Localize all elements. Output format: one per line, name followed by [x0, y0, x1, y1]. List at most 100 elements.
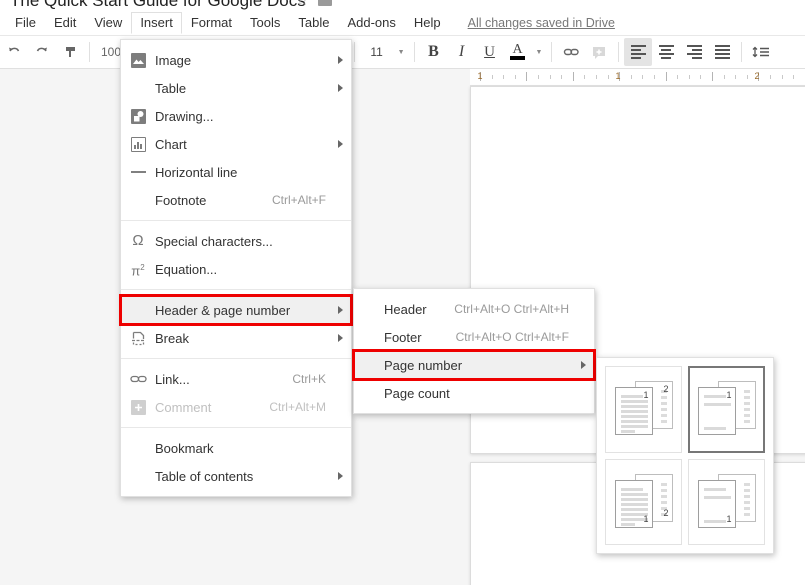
- sheet-text-line: [704, 395, 726, 398]
- ruler-number: 1: [615, 71, 620, 81]
- menu-help[interactable]: Help: [405, 12, 450, 34]
- paint-format-icon[interactable]: [56, 38, 84, 66]
- line-spacing-icon[interactable]: [747, 38, 775, 66]
- sheet-text-dot: [661, 402, 667, 405]
- menu-item-equation[interactable]: π2Equation...: [121, 255, 351, 283]
- add-comment-icon: [585, 38, 613, 66]
- menu-add-ons[interactable]: Add-ons: [338, 12, 404, 34]
- menu-item-header-page-number[interactable]: Header & page number: [121, 296, 351, 324]
- menu-item-link[interactable]: Link...Ctrl+K: [121, 365, 351, 393]
- ruler-tick: [561, 75, 562, 79]
- menu-item-label: Footer: [354, 330, 442, 345]
- save-status-label[interactable]: All changes saved in Drive: [468, 16, 615, 30]
- back-sheet-page-number: 2: [663, 385, 668, 394]
- align-left-icon[interactable]: [624, 38, 652, 66]
- break-icon: [121, 331, 155, 346]
- ruler-number: 2: [754, 71, 759, 81]
- ruler-tick: [724, 75, 725, 79]
- undo-icon[interactable]: [0, 38, 28, 66]
- submenu-arrow-icon: [338, 472, 343, 480]
- chart-icon: [121, 137, 155, 152]
- star-outline-icon[interactable]: ☆: [296, 0, 309, 9]
- menu-item-shortcut: Ctrl+Alt+M: [269, 400, 326, 414]
- ruler-number: 1: [477, 71, 482, 81]
- menu-separator: [121, 358, 351, 359]
- link-icon[interactable]: [557, 38, 585, 66]
- front-sheet-page-number: 1: [643, 515, 648, 524]
- menu-separator: [121, 220, 351, 221]
- page-thumbnail-graphic: 21: [615, 381, 673, 437]
- font-size-chevron-down-icon[interactable]: ▼: [394, 49, 409, 56]
- ruler-tick: [573, 72, 574, 81]
- menu-insert[interactable]: Insert: [131, 12, 182, 34]
- sheet-text-line: [621, 493, 648, 496]
- front-sheet: 1: [698, 387, 736, 435]
- menu-item-break[interactable]: Break: [121, 324, 351, 352]
- menu-item-label: Image: [155, 53, 326, 68]
- menu-file[interactable]: File: [6, 12, 45, 34]
- menu-item-label: Table of contents: [155, 469, 326, 484]
- menu-item-bookmark[interactable]: Bookmark: [121, 434, 351, 462]
- menu-item-label: Bookmark: [155, 441, 326, 456]
- page-number-option-top-right-skip-first-page[interactable]: 1: [688, 366, 765, 453]
- text-color-button[interactable]: A: [504, 38, 532, 66]
- page-number-option-bottom-right-all-pages[interactable]: 21: [605, 459, 682, 546]
- menu-item-page-number[interactable]: Page number: [354, 351, 594, 379]
- menu-item-image[interactable]: Image: [121, 46, 351, 74]
- toolbar-divider: [741, 42, 742, 62]
- align-justify-icon[interactable]: [708, 38, 736, 66]
- menu-edit[interactable]: Edit: [45, 12, 85, 34]
- toolbar-divider: [618, 42, 619, 62]
- menu-item-table-of-contents[interactable]: Table of contents: [121, 462, 351, 490]
- menu-item-shortcut: Ctrl+K: [292, 372, 326, 386]
- menu-item-special-characters[interactable]: ΩSpecial characters...: [121, 227, 351, 255]
- horizontal-ruler[interactable]: 1 1 2: [470, 69, 805, 86]
- menu-item-drawing[interactable]: Drawing...: [121, 102, 351, 130]
- menu-item-footnote[interactable]: FootnoteCtrl+Alt+F: [121, 186, 351, 214]
- sheet-text-line: [621, 400, 648, 403]
- sheet-text-line: [704, 427, 726, 430]
- sheet-text-line: [621, 498, 648, 501]
- menu-view[interactable]: View: [85, 12, 131, 34]
- sheet-text-dot: [744, 495, 750, 498]
- document-title[interactable]: The Quick Start Guide for Google Docs: [10, 0, 306, 10]
- ruler-tick: [747, 75, 748, 79]
- ruler-tick: [677, 75, 678, 79]
- menu-table[interactable]: Table: [289, 12, 338, 34]
- redo-icon[interactable]: [28, 38, 56, 66]
- menu-format[interactable]: Format: [182, 12, 241, 34]
- italic-button[interactable]: I: [448, 38, 476, 66]
- ruler-tick: [666, 72, 667, 81]
- ruler-tick: [770, 75, 771, 79]
- ruler-tick: [550, 75, 551, 79]
- page-number-position-picker: 211211: [596, 357, 774, 554]
- menu-item-table[interactable]: Table: [121, 74, 351, 102]
- header-page-number-submenu: HeaderCtrl+Alt+O Ctrl+Alt+HFooterCtrl+Al…: [353, 288, 595, 414]
- ruler-tick: [584, 75, 585, 79]
- menu-item-label: Footnote: [155, 193, 258, 208]
- google-docs-window: The Quick Start Guide for Google Docs ☆ …: [0, 0, 805, 585]
- sheet-text-line: [704, 488, 726, 491]
- menu-item-horizontal-line[interactable]: Horizontal line: [121, 158, 351, 186]
- menu-tools[interactable]: Tools: [241, 12, 289, 34]
- page-number-option-top-right-all-pages[interactable]: 21: [605, 366, 682, 453]
- menu-item-chart[interactable]: Chart: [121, 130, 351, 158]
- submenu-arrow-icon: [338, 334, 343, 342]
- sheet-text-dot: [661, 414, 667, 417]
- page-number-option-bottom-right-skip-first[interactable]: 1: [688, 459, 765, 546]
- toolbar-divider: [354, 42, 355, 62]
- text-color-chevron-down-icon[interactable]: ▼: [532, 49, 547, 56]
- bold-button[interactable]: B: [420, 38, 448, 66]
- menu-item-footer[interactable]: FooterCtrl+Alt+O Ctrl+Alt+F: [354, 323, 594, 351]
- align-center-icon[interactable]: [652, 38, 680, 66]
- menu-item-page-count[interactable]: Page count: [354, 379, 594, 407]
- sheet-text-dot: [744, 390, 750, 393]
- sheet-text-line: [621, 425, 648, 428]
- menu-item-header[interactable]: HeaderCtrl+Alt+O Ctrl+Alt+H: [354, 295, 594, 323]
- menu-item-label: Header: [354, 302, 440, 317]
- font-size-value[interactable]: 11: [360, 45, 394, 59]
- underline-button[interactable]: U: [476, 38, 504, 66]
- sheet-text-dot: [661, 396, 667, 399]
- folder-icon[interactable]: [318, 0, 332, 6]
- align-right-icon[interactable]: [680, 38, 708, 66]
